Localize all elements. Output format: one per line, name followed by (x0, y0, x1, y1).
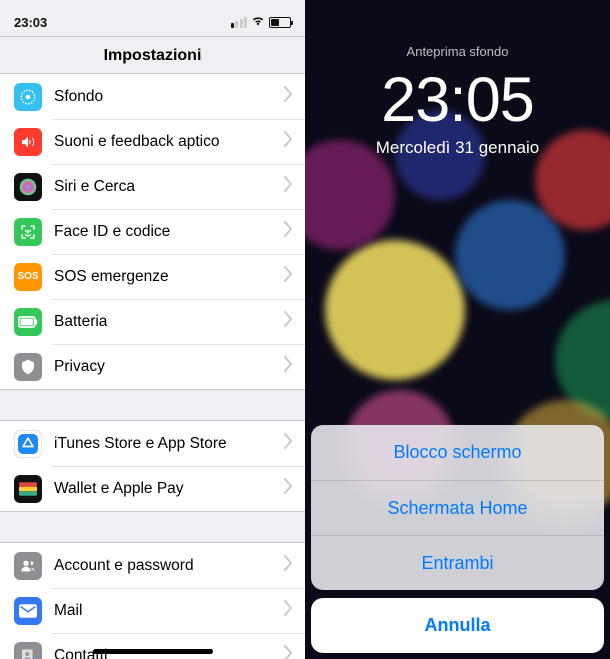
home-indicator[interactable] (398, 646, 518, 651)
settings-row[interactable]: Contatti (0, 633, 305, 659)
settings-row-label: Wallet e Apple Pay (54, 480, 283, 498)
settings-pane: 23:03 Impostazioni Sfondo Suoni e feedbac… (0, 0, 305, 659)
chevron-right-icon (283, 221, 293, 242)
settings-row[interactable]: Sfondo (0, 74, 305, 119)
settings-row[interactable]: Batteria (0, 299, 305, 344)
appstore-icon (14, 430, 42, 458)
wallpaper-preview-pane: Anteprima sfondo 23:05 Mercoledì 31 genn… (305, 0, 610, 659)
action-sheet-option[interactable]: Schermata Home (311, 480, 604, 535)
action-sheet-options: Blocco schermoSchermata HomeEntrambi (311, 425, 604, 590)
privacy-icon (14, 353, 42, 381)
chevron-right-icon (283, 600, 293, 621)
chevron-right-icon (283, 311, 293, 332)
settings-row-label: Batteria (54, 313, 283, 331)
settings-row[interactable]: SOS SOS emergenze (0, 254, 305, 299)
settings-row[interactable]: Account e password (0, 543, 305, 588)
battery-icon (269, 17, 291, 28)
chevron-right-icon (283, 356, 293, 377)
account-icon (14, 552, 42, 580)
settings-row[interactable]: Face ID e codice (0, 209, 305, 254)
settings-row-label: iTunes Store e App Store (54, 435, 283, 453)
status-time: 23:03 (14, 15, 47, 30)
settings-row[interactable]: Wallet e Apple Pay (0, 466, 305, 511)
settings-row-label: SOS emergenze (54, 268, 283, 286)
wifi-icon (251, 14, 265, 31)
settings-row-label: Sfondo (54, 88, 283, 106)
settings-row-label: Face ID e codice (54, 223, 283, 241)
chevron-right-icon (283, 555, 293, 576)
status-bar: 23:03 (0, 0, 305, 36)
settings-list[interactable]: Sfondo Suoni e feedback aptico Siri e Cerc… (0, 73, 305, 659)
sos-icon: SOS (14, 263, 42, 291)
settings-row[interactable]: Siri e Cerca (0, 164, 305, 209)
lock-date: Mercoledì 31 gennaio (305, 138, 610, 158)
batteria-icon (14, 308, 42, 336)
action-sheet-option[interactable]: Blocco schermo (311, 425, 604, 480)
chevron-right-icon (283, 86, 293, 107)
contatti-icon (14, 642, 42, 659)
action-sheet-option[interactable]: Entrambi (311, 535, 604, 590)
settings-row[interactable]: iTunes Store e App Store (0, 421, 305, 466)
siri-icon (14, 173, 42, 201)
cellular-signal-icon (231, 17, 248, 28)
chevron-right-icon (283, 176, 293, 197)
chevron-right-icon (283, 266, 293, 287)
settings-row-label: Mail (54, 602, 283, 620)
settings-row-label: Account e password (54, 557, 283, 575)
settings-row-label: Privacy (54, 358, 283, 376)
wallet-icon (14, 475, 42, 503)
faceid-icon (14, 218, 42, 246)
chevron-right-icon (283, 433, 293, 454)
chevron-right-icon (283, 645, 293, 659)
suoni-icon (14, 128, 42, 156)
settings-row[interactable]: Privacy (0, 344, 305, 389)
action-sheet: Blocco schermoSchermata HomeEntrambi Ann… (311, 425, 604, 653)
settings-row-label: Suoni e feedback aptico (54, 133, 283, 151)
lock-clock: 23:05 (305, 69, 610, 132)
home-indicator[interactable] (93, 649, 213, 654)
chevron-right-icon (283, 131, 293, 152)
page-title: Impostazioni (0, 36, 305, 73)
settings-row[interactable]: Suoni e feedback aptico (0, 119, 305, 164)
settings-row[interactable]: Mail (0, 588, 305, 633)
mail-icon (14, 597, 42, 625)
status-indicators (231, 14, 292, 31)
chevron-right-icon (283, 478, 293, 499)
preview-title: Anteprima sfondo (305, 0, 610, 59)
settings-row-label: Siri e Cerca (54, 178, 283, 196)
action-sheet-cancel[interactable]: Annulla (311, 598, 604, 653)
sfondo-icon (14, 83, 42, 111)
